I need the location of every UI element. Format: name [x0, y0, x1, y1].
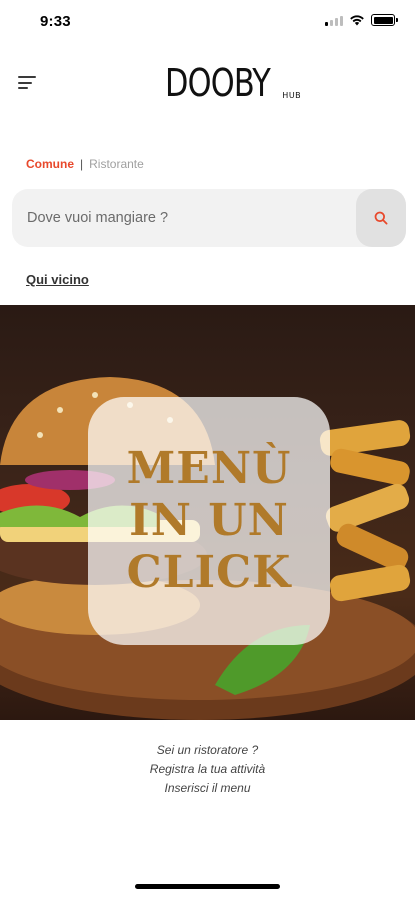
- search-type-ristorante[interactable]: Ristorante: [89, 157, 144, 171]
- search-button[interactable]: [356, 189, 406, 247]
- logo-main-text: DOOBY: [165, 61, 271, 105]
- banner-line-2: IN UN: [129, 495, 289, 546]
- signal-icon: [325, 15, 343, 26]
- banner-line-3: CLICK: [126, 547, 292, 598]
- header: DOOBY HUB: [0, 60, 415, 112]
- status-bar: 9:33: [0, 0, 415, 44]
- search-type-toggle: Comune | Ristorante: [26, 157, 144, 171]
- promo-banner[interactable]: MENÙ IN UN CLICK: [0, 305, 415, 720]
- insert-menu-link[interactable]: Inserisci il menu: [0, 779, 415, 798]
- search-type-comune[interactable]: Comune: [26, 157, 74, 171]
- status-icons: [325, 14, 398, 26]
- logo-sub-text: HUB: [282, 91, 302, 100]
- menu-icon[interactable]: [18, 76, 40, 92]
- search-icon: [374, 211, 388, 225]
- wifi-icon: [350, 15, 364, 26]
- banner-line-1: MENÙ: [126, 443, 292, 494]
- register-link[interactable]: Registra la tua attività: [0, 760, 415, 779]
- app-logo: DOOBY HUB: [165, 64, 301, 102]
- battery-icon: [371, 14, 398, 26]
- banner-overlay: MENÙ IN UN CLICK: [88, 397, 330, 645]
- register-question: Sei un ristoratore ?: [156, 743, 259, 757]
- search-type-separator: |: [80, 157, 84, 171]
- home-indicator: [135, 884, 280, 889]
- register-block: Sei un ristoratore ? Registra la tua att…: [0, 741, 415, 798]
- search-bar: [12, 189, 406, 247]
- status-time: 9:33: [40, 13, 71, 30]
- nearby-link[interactable]: Qui vicino: [26, 272, 89, 287]
- search-input[interactable]: [12, 189, 356, 247]
